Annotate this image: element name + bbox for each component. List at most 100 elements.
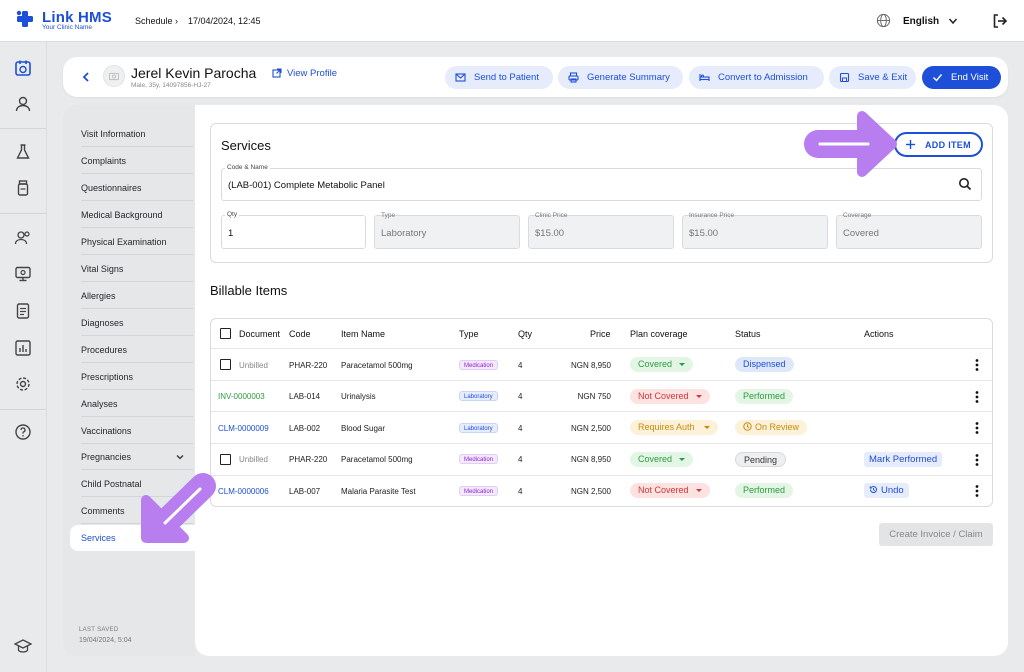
graduation-cap-icon[interactable] <box>14 637 32 655</box>
plan-coverage-dropdown[interactable]: Requires Auth <box>630 420 718 435</box>
more-options-icon[interactable] <box>972 484 982 498</box>
document-cell: Unbilled <box>239 455 268 464</box>
users-group-icon[interactable] <box>14 229 32 247</box>
document-link[interactable]: INV-0000003 <box>218 392 265 401</box>
create-invoice-claim-button[interactable]: Create Invoice / Claim <box>879 523 993 546</box>
document-link[interactable]: CLM-0000009 <box>218 424 269 433</box>
row-checkbox[interactable] <box>220 454 231 465</box>
more-options-icon[interactable] <box>972 421 982 435</box>
col-actions: Actions <box>864 329 894 339</box>
document-icon[interactable] <box>14 302 32 320</box>
logo-icon <box>16 10 33 27</box>
sidebar-item-allergies[interactable]: Allergies <box>81 283 193 309</box>
help-icon[interactable] <box>14 423 32 441</box>
bed-icon <box>699 74 710 81</box>
convert-to-admission-label: Convert to Admission <box>718 72 808 83</box>
report-chart-icon[interactable] <box>14 339 32 357</box>
generate-summary-label: Generate Summary <box>587 72 670 83</box>
user-icon[interactable] <box>14 95 32 113</box>
breadcrumb-schedule[interactable]: Schedule <box>135 16 173 26</box>
convert-to-admission-button[interactable]: Convert to Admission <box>689 66 824 89</box>
dropdown-caret-icon <box>704 426 710 429</box>
item-name-cell: Paracetamol 500mg <box>341 361 413 370</box>
send-to-patient-button[interactable]: Send to Patient <box>445 66 553 89</box>
logout-icon[interactable] <box>992 13 1008 29</box>
type-badge: Laboratory <box>459 423 498 433</box>
flask-icon[interactable] <box>14 143 32 161</box>
col-type: Type <box>459 329 479 339</box>
view-profile-link[interactable]: View Profile <box>287 68 337 79</box>
language-selector[interactable]: English <box>903 16 939 27</box>
services-title: Services <box>221 138 271 153</box>
col-item-name: Item Name <box>341 329 386 339</box>
plan-coverage-dropdown[interactable]: Covered <box>630 357 693 372</box>
sidebar-item-visit-information[interactable]: Visit Information <box>81 121 193 147</box>
globe-icon[interactable] <box>876 13 891 28</box>
plan-coverage-dropdown[interactable]: Covered <box>630 452 693 467</box>
medicine-bottle-icon[interactable] <box>14 179 32 197</box>
left-rail <box>0 42 47 672</box>
sidebar-item-physical-examination[interactable]: Physical Examination <box>81 229 193 255</box>
rail-divider <box>0 409 46 410</box>
code-name-label: Code & Name <box>225 164 270 171</box>
price-cell: NGN 8,950 <box>570 361 611 370</box>
generate-summary-button[interactable]: Generate Summary <box>558 66 683 89</box>
col-document: Document <box>239 329 281 339</box>
chevron-down-icon[interactable] <box>948 16 958 26</box>
select-all-checkbox[interactable] <box>220 328 231 339</box>
monitor-icon[interactable] <box>14 265 32 283</box>
breadcrumb-separator: › <box>175 16 178 26</box>
chevron-down-icon[interactable] <box>176 453 184 461</box>
coverage-value: Covered <box>638 359 673 369</box>
calendar-icon[interactable] <box>14 59 32 77</box>
item-name-cell: Malaria Parasite Test <box>341 487 416 496</box>
dropdown-caret-icon <box>679 363 685 366</box>
more-options-icon[interactable] <box>972 453 982 467</box>
item-name-cell: Paracetamol 500mg <box>341 455 413 464</box>
search-icon[interactable] <box>958 177 972 191</box>
back-arrow-icon[interactable] <box>80 71 92 83</box>
settings-gear-icon[interactable] <box>14 375 32 393</box>
external-link-icon[interactable] <box>272 68 282 78</box>
qty-input[interactable] <box>221 215 366 249</box>
save-and-exit-button[interactable]: Save & Exit <box>829 66 916 89</box>
more-options-icon[interactable] <box>972 390 982 404</box>
status-badge: On Review <box>735 420 808 435</box>
row-checkbox[interactable] <box>220 359 231 370</box>
sidebar-item-prescriptions[interactable]: Prescriptions <box>81 364 193 390</box>
code-name-value[interactable]: (LAB-001) Complete Metabolic Panel <box>228 180 385 191</box>
plan-coverage-dropdown[interactable]: Not Covered <box>630 483 710 498</box>
document-link[interactable]: CLM-0000006 <box>218 487 269 496</box>
check-icon <box>933 74 943 82</box>
sidebar-item-procedures[interactable]: Procedures <box>81 337 193 363</box>
sidebar-item-questionnaires[interactable]: Questionnaires <box>81 175 193 201</box>
undo-button[interactable]: Undo <box>864 483 909 498</box>
row-divider <box>211 348 992 349</box>
patient-avatar <box>103 65 125 87</box>
status-badge: Performed <box>735 483 794 498</box>
code-cell: PHAR-220 <box>289 455 328 464</box>
sidebar-item-medical-background[interactable]: Medical Background <box>81 202 193 228</box>
sidebar-item-diagnoses[interactable]: Diagnoses <box>81 310 193 336</box>
add-item-button[interactable]: ADD ITEM <box>894 132 983 157</box>
save-and-exit-label: Save & Exit <box>858 72 908 83</box>
col-status: Status <box>735 329 761 339</box>
sidebar-item-comments[interactable]: Comments <box>81 498 193 524</box>
last-saved-label: LAST SAVED <box>79 627 119 633</box>
sidebar-item-analyses[interactable]: Analyses <box>81 391 193 417</box>
more-options-icon[interactable] <box>972 358 982 372</box>
code-cell: PHAR-220 <box>289 361 328 370</box>
type-badge: Laboratory <box>459 391 498 401</box>
sidebar-item-vaccinations[interactable]: Vaccinations <box>81 418 193 444</box>
document-cell: Unbilled <box>239 361 268 370</box>
sidebar-item-vital-signs[interactable]: Vital Signs <box>81 256 193 282</box>
sidebar-item-services[interactable]: Services <box>70 525 195 551</box>
end-visit-button[interactable]: End Visit <box>922 66 1001 89</box>
sidebar-item-child-postnatal[interactable]: Child Postnatal <box>81 471 193 497</box>
qty-value[interactable]: 1 <box>228 228 233 239</box>
sidebar-item-complaints[interactable]: Complaints <box>81 148 193 174</box>
qty-cell: 4 <box>518 361 523 370</box>
plus-icon <box>906 140 915 149</box>
plan-coverage-dropdown[interactable]: Not Covered <box>630 389 710 404</box>
mark-performed-button[interactable]: Mark Performed <box>864 452 943 467</box>
